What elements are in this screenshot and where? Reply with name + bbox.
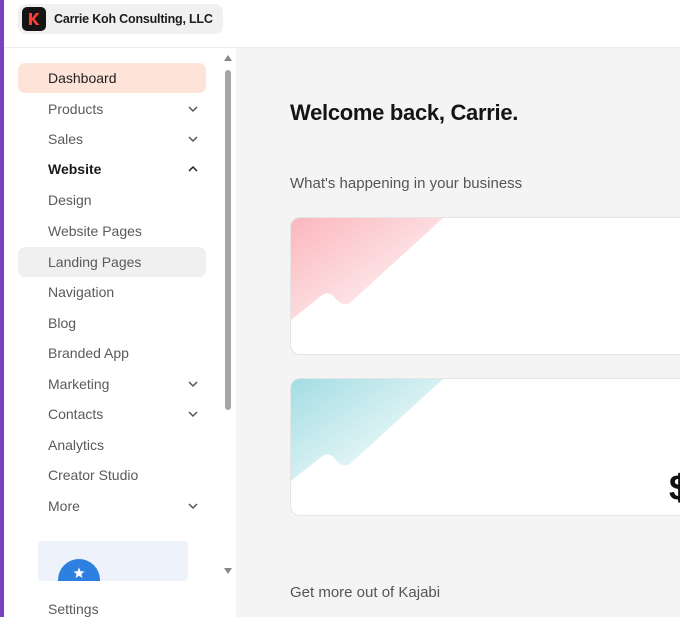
sidebar-item-navigation[interactable]: Navigation xyxy=(18,277,206,307)
card-decoration-graphic xyxy=(291,218,443,320)
sidebar-item-dashboard[interactable]: Dashboard xyxy=(18,63,206,93)
star-badge-icon xyxy=(58,559,100,581)
welcome-heading: Welcome back, Carrie. xyxy=(290,100,519,125)
business-card-1[interactable] xyxy=(290,217,680,355)
sidebar-scrollbar[interactable] xyxy=(222,48,234,617)
sidebar-item-label: Sales xyxy=(48,131,84,147)
sidebar-item-website[interactable]: Website xyxy=(18,154,206,184)
scrollbar-thumb[interactable] xyxy=(225,70,231,410)
sidebar-item-label: Creator Studio xyxy=(48,467,139,483)
chevron-down-icon xyxy=(188,136,198,143)
card-decoration-graphic xyxy=(291,379,443,481)
sidebar-item-marketing[interactable]: Marketing xyxy=(18,369,206,399)
whats-happening-label: What's happening in your business xyxy=(290,175,523,192)
card-value: $ xyxy=(669,467,680,509)
sidebar-item-label: Marketing xyxy=(48,376,110,392)
sidebar-item-creator-studio[interactable]: Creator Studio xyxy=(18,460,206,490)
top-bar: Carrie Koh Consulting, LLC xyxy=(4,0,680,48)
sidebar-item-blog[interactable]: Blog xyxy=(18,308,206,338)
chevron-down-icon xyxy=(188,411,198,418)
sidebar-item-label: Website Pages xyxy=(48,223,142,239)
scroll-up-arrow-icon[interactable] xyxy=(224,55,232,61)
scroll-down-arrow-icon[interactable] xyxy=(224,568,232,574)
sidebar-item-more[interactable]: More xyxy=(18,491,206,521)
sidebar-item-website-pages[interactable]: Website Pages xyxy=(18,216,206,246)
promo-card[interactable] xyxy=(38,541,188,581)
chevron-down-icon xyxy=(188,503,198,510)
sidebar-item-products[interactable]: Products xyxy=(18,94,206,124)
main-content: Welcome back, Carrie. What's happening i… xyxy=(236,48,680,617)
sidebar-item-label: Navigation xyxy=(48,284,115,300)
sidebar-item-branded-app[interactable]: Branded App xyxy=(18,338,206,368)
chevron-up-icon xyxy=(188,165,198,172)
sidebar-item-label: More xyxy=(48,498,80,514)
sidebar-item-contacts[interactable]: Contacts xyxy=(18,399,206,429)
sidebar-item-label: Contacts xyxy=(48,406,104,422)
sidebar-item-landing-pages[interactable]: Landing Pages xyxy=(18,247,206,277)
chevron-down-icon xyxy=(188,381,198,388)
sidebar-item-analytics[interactable]: Analytics xyxy=(18,430,206,460)
sidebar-item-label: Website xyxy=(48,161,102,177)
sidebar-item-design[interactable]: Design xyxy=(18,185,206,215)
business-card-2[interactable]: $ xyxy=(290,378,680,516)
chevron-down-icon xyxy=(188,106,198,113)
sidebar-item-label: Blog xyxy=(48,315,77,331)
sidebar-item-label: Landing Pages xyxy=(48,254,142,270)
get-more-label: Get more out of Kajabi xyxy=(290,584,441,601)
sidebar-item-label: Design xyxy=(48,192,92,208)
sidebar-item-label: Branded App xyxy=(48,345,129,361)
sidebar-item-label: Dashboard xyxy=(48,70,117,86)
org-name: Carrie Koh Consulting, LLC xyxy=(54,12,213,26)
sidebar-item-settings[interactable]: Settings xyxy=(18,596,206,617)
sidebar-item-sales[interactable]: Sales xyxy=(18,124,206,154)
kajabi-k-logo-icon xyxy=(22,7,46,31)
sidebar-item-label: Settings xyxy=(48,601,99,617)
org-switcher[interactable]: Carrie Koh Consulting, LLC xyxy=(18,4,223,34)
sidebar-item-label: Products xyxy=(48,101,104,117)
sidebar: Dashboard Products Sales Website Design … xyxy=(4,48,236,617)
sidebar-item-label: Analytics xyxy=(48,437,105,453)
